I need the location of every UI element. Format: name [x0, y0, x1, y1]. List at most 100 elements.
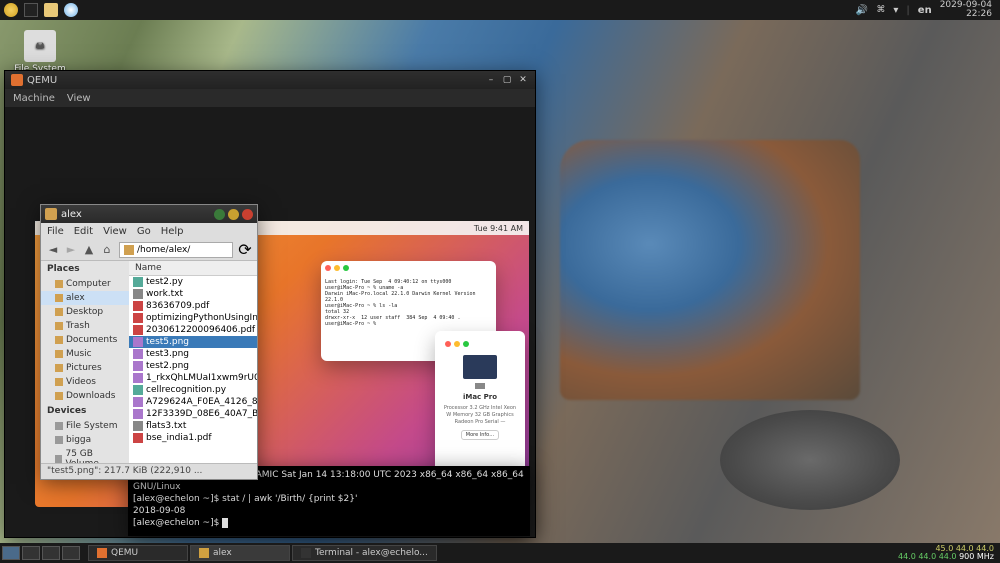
close-button[interactable]	[242, 209, 253, 220]
files-menubar: File Edit View Go Help	[41, 223, 257, 239]
maximize-button[interactable]: ▢	[501, 74, 513, 86]
reload-button[interactable]: ⟳	[237, 240, 253, 259]
file-icon	[133, 325, 143, 335]
menu-machine[interactable]: Machine	[13, 93, 55, 104]
task-button[interactable]: alex	[190, 545, 290, 561]
home-icon	[45, 208, 57, 220]
sidebar-item-desktop[interactable]: Desktop	[41, 305, 129, 319]
file-icon	[133, 289, 143, 299]
clock[interactable]: 2029-09-04 22:26	[940, 1, 992, 19]
folder-icon	[124, 245, 134, 255]
files-title-text: alex	[61, 209, 82, 220]
files-toolbar: ◄ ► ▲ ⌂ /home/alex/ ⟳	[41, 239, 257, 261]
menu-icon[interactable]	[4, 3, 18, 17]
bottom-panel: QEMUalexTerminal - alex@echelo... 45.0 4…	[0, 543, 1000, 563]
imac-image	[463, 355, 497, 379]
separator: |	[906, 5, 909, 16]
file-row[interactable]: 2030612200096406.pdf	[129, 324, 257, 336]
minimize-button[interactable]	[214, 209, 225, 220]
menu-help[interactable]: Help	[161, 226, 184, 237]
file-row[interactable]: 83636709.pdf	[129, 300, 257, 312]
files-window[interactable]: alex File Edit View Go Help ◄ ► ▲ ⌂ /hom…	[40, 204, 258, 480]
sidebar-item-alex[interactable]: alex	[41, 291, 129, 305]
close-button[interactable]: ✕	[517, 74, 529, 86]
files-launcher-icon[interactable]	[44, 3, 58, 17]
sidebar-device[interactable]: File System	[41, 419, 129, 433]
workspace-1[interactable]	[2, 546, 20, 560]
qemu-icon	[11, 74, 23, 86]
workspace-switcher[interactable]	[0, 544, 82, 562]
file-row[interactable]: 1_rkxQhLMUaI1xwm9rU0CkuU...	[129, 372, 257, 384]
workspace-2[interactable]	[22, 546, 40, 560]
sidebar-item-downloads[interactable]: Downloads	[41, 389, 129, 403]
sidebar-item-pictures[interactable]: Pictures	[41, 361, 129, 375]
qemu-menubar: Machine View	[5, 89, 535, 107]
volume-icon[interactable]: 🔊	[856, 5, 868, 16]
desktop-icon-filesystem[interactable]: 🖴 File System	[10, 30, 70, 74]
file-row[interactable]: test2.py	[129, 276, 257, 288]
wifi-icon[interactable]: ▾	[893, 5, 898, 16]
files-titlebar[interactable]: alex	[41, 205, 257, 223]
sidebar-item-music[interactable]: Music	[41, 347, 129, 361]
browser-launcher-icon[interactable]	[64, 3, 78, 17]
files-sidebar: Places ComputeralexDesktopTrashDocuments…	[41, 261, 129, 463]
file-icon	[133, 301, 143, 311]
file-row[interactable]: 12F3339D_08E6_40A7_B108_...	[129, 408, 257, 420]
bluetooth-icon[interactable]: ⌘	[876, 5, 885, 15]
qemu-title: QEMU	[27, 75, 57, 86]
file-row[interactable]: flats3.txt	[129, 420, 257, 432]
mac-specs: Processor 3.2 GHz Intel Xeon W Memory 32…	[441, 405, 519, 426]
forward-button[interactable]: ►	[63, 242, 79, 258]
task-button[interactable]: QEMU	[88, 545, 188, 561]
places-header: Places	[41, 261, 129, 277]
menu-view[interactable]: View	[103, 226, 127, 237]
workspace-4[interactable]	[62, 546, 80, 560]
menu-edit[interactable]: Edit	[74, 226, 93, 237]
file-icon	[133, 349, 143, 359]
menu-view[interactable]: View	[67, 93, 91, 104]
keyboard-layout[interactable]: en	[918, 5, 932, 16]
file-icon	[133, 277, 143, 287]
file-row[interactable]: optimizingPythonUsingInvoked...	[129, 312, 257, 324]
file-icon	[133, 337, 143, 347]
taskbar: QEMUalexTerminal - alex@echelo...	[88, 545, 437, 561]
sidebar-device[interactable]: 75 GB Volume	[41, 447, 129, 463]
sidebar-item-documents[interactable]: Documents	[41, 333, 129, 347]
file-row[interactable]: bse_india1.pdf	[129, 432, 257, 444]
back-button[interactable]: ◄	[45, 242, 61, 258]
terminal-launcher-icon[interactable]	[24, 3, 38, 17]
sidebar-item-trash[interactable]: Trash	[41, 319, 129, 333]
file-icon	[133, 421, 143, 431]
file-list[interactable]: Name test2.pywork.txt83636709.pdfoptimiz…	[129, 261, 257, 463]
task-button[interactable]: Terminal - alex@echelo...	[292, 545, 437, 561]
maximize-button[interactable]	[228, 209, 239, 220]
file-row[interactable]: test3.png	[129, 348, 257, 360]
qemu-titlebar[interactable]: QEMU – ▢ ✕	[5, 71, 535, 89]
file-row[interactable]: test2.png	[129, 360, 257, 372]
menu-go[interactable]: Go	[137, 226, 151, 237]
up-button[interactable]: ▲	[81, 242, 97, 258]
mac-clock[interactable]: Tue 9:41 AM	[474, 224, 523, 233]
sensors-widget[interactable]: 45.0 44.0 44.0 44.0 44.0 44.0 900 MHz	[898, 545, 1000, 561]
sidebar-device[interactable]: bigga	[41, 433, 129, 447]
workspace-3[interactable]	[42, 546, 60, 560]
file-icon	[133, 409, 143, 419]
mac-about-window[interactable]: iMac Pro Processor 3.2 GHz Intel Xeon W …	[435, 331, 525, 481]
minimize-button[interactable]: –	[485, 74, 497, 86]
home-button[interactable]: ⌂	[99, 242, 115, 258]
devices-header: Devices	[41, 403, 129, 419]
sidebar-item-computer[interactable]: Computer	[41, 277, 129, 291]
file-row[interactable]: test5.png	[129, 336, 257, 348]
drive-icon: 🖴	[24, 30, 56, 62]
file-row[interactable]: A729624A_F0EA_4126_800E_...	[129, 396, 257, 408]
sidebar-item-videos[interactable]: Videos	[41, 375, 129, 389]
mac-model: iMac Pro	[441, 393, 519, 401]
more-info-button[interactable]: More Info…	[461, 430, 499, 440]
path-entry[interactable]: /home/alex/	[119, 242, 233, 258]
column-header-name[interactable]: Name	[129, 261, 257, 276]
mac-terminal-content: Last login: Tue Sep 4 09:40:12 on ttys00…	[321, 275, 496, 331]
menu-file[interactable]: File	[47, 226, 64, 237]
file-icon	[133, 373, 143, 383]
file-row[interactable]: cellrecognition.py	[129, 384, 257, 396]
file-row[interactable]: work.txt	[129, 288, 257, 300]
